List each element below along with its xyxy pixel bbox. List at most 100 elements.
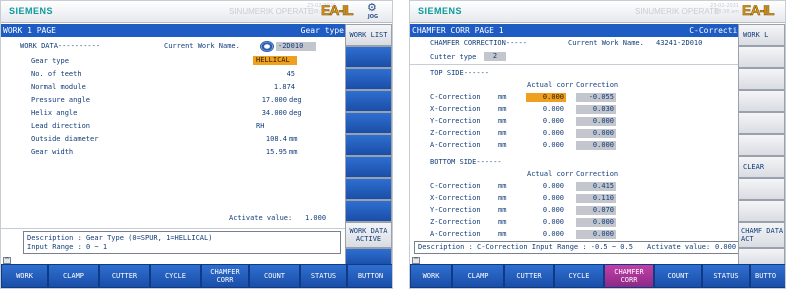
unit-label: mm [498, 194, 507, 202]
correction-field[interactable]: 0.110 [576, 194, 616, 203]
softkey-8[interactable] [345, 178, 392, 200]
chamfer-corr-tab-button[interactable]: CHAMFER CORR [604, 264, 654, 288]
col-correction-header: Correction [576, 170, 619, 178]
softkey-7[interactable] [345, 156, 392, 178]
horizontal-softkeys: WORK CLAMP CUTTER CYCLE CHAMFER CORR COU… [1, 264, 392, 288]
description-box: Description : Gear Type (0=SPUR, 1=HELLI… [23, 231, 341, 254]
work-list-button[interactable]: WORK L [738, 24, 785, 46]
field-label: Pressure angle [31, 96, 91, 104]
softkey-9[interactable] [738, 200, 785, 222]
field-label: Gear width [31, 148, 74, 156]
description-text: Description : C-Correction Input Range :… [418, 243, 633, 251]
softkey-3[interactable] [345, 68, 392, 90]
count-tab-button[interactable]: COUNT [654, 264, 702, 288]
product-name: SINUMERIK OPERATE [229, 7, 314, 16]
horizontal-softkeys: WORK CLAMP CUTTER CYCLE CHAMFER CORR COU… [410, 264, 785, 288]
cycle-tab-button[interactable]: CYCLE [554, 264, 604, 288]
button-tab-button[interactable]: BUTTO [750, 264, 785, 288]
correction-field[interactable]: 0.415 [576, 182, 616, 191]
work-tab-button[interactable]: WORK [410, 264, 452, 288]
cutter-type-field[interactable]: 2 [484, 52, 506, 61]
correction-field[interactable]: -0.055 [576, 93, 616, 102]
cutter-tab-button[interactable]: CUTTER [99, 264, 150, 288]
gear-type-field[interactable]: HELLICAL [253, 56, 297, 65]
softkey-8[interactable] [738, 178, 785, 200]
work-tab-button[interactable]: WORK [1, 264, 48, 288]
axis-label: A-Correction [430, 230, 481, 238]
current-work-name-label: Current Work Name. [164, 42, 240, 50]
softkey-6[interactable] [345, 134, 392, 156]
softkey-9[interactable] [345, 200, 392, 222]
correction-field[interactable]: 0.000 [576, 230, 616, 239]
correction-field[interactable]: 0.000 [576, 218, 616, 227]
ea-il-logo: EA-IL [321, 2, 354, 19]
correction-field[interactable]: 0.070 [576, 206, 616, 215]
expand-caret-icon[interactable]: ^ [412, 257, 420, 264]
softkey-4[interactable] [345, 90, 392, 112]
softkey-2[interactable] [345, 46, 392, 68]
work-list-button[interactable]: WORK LIST [345, 24, 392, 46]
clamp-tab-button[interactable]: CLAMP [452, 264, 504, 288]
pressure-angle-field[interactable]: 17.000 [253, 96, 289, 105]
unit-label: mm [498, 117, 507, 125]
axis-label: X-Correction [430, 105, 481, 113]
top-side-label: TOP SIDE------ [430, 69, 490, 77]
outside-diameter-field[interactable]: 108.4 [253, 135, 289, 144]
gear-width-field[interactable]: 15.95 [253, 148, 289, 157]
unit-label: mm [498, 93, 507, 101]
axis-label: C-Correction [430, 93, 481, 101]
cutter-tab-button[interactable]: CUTTER [504, 264, 554, 288]
gear-type-header: Gear type [300, 26, 344, 35]
actual-corr-field[interactable]: 0.000 [526, 230, 566, 239]
actual-corr-field[interactable]: 0.000 [526, 206, 566, 215]
teeth-field[interactable]: 45 [253, 70, 297, 79]
actual-corr-field[interactable]: 0.000 [526, 218, 566, 227]
description-box: Description : C-Correction Input Range :… [414, 241, 748, 254]
lead-direction-field[interactable]: RH [253, 122, 283, 131]
button-tab-button[interactable]: BUTTON [347, 264, 392, 288]
cutter-type-label: Cutter type [430, 53, 477, 61]
actual-corr-field[interactable]: 0.000 [526, 182, 566, 191]
chamfer-corr-panel: SIEMENS SINUMERIK OPERATE 23-02-2021 08:3… [409, 0, 786, 289]
softkey-5[interactable] [345, 112, 392, 134]
correction-field[interactable]: 0.000 [576, 117, 616, 126]
softkey-2[interactable] [738, 46, 785, 68]
unit-label: mm [289, 148, 298, 156]
actual-corr-field[interactable]: 0.000 [526, 129, 566, 138]
module-field[interactable]: 1.874 [253, 83, 297, 92]
chamfer-corr-tab-button[interactable]: CHAMFER CORR [201, 264, 249, 288]
helix-angle-field[interactable]: 34.000 [253, 109, 289, 118]
correction-field[interactable]: 0.000 [576, 141, 616, 150]
actual-corr-field[interactable]: 0.000 [526, 141, 566, 150]
header-bar: SIEMENS SINUMERIK OPERATE 23-02-2021 08:3… [1, 1, 392, 23]
status-tab-button[interactable]: STATUS [300, 264, 347, 288]
status-tab-button[interactable]: STATUS [702, 264, 750, 288]
expand-caret-icon[interactable]: ^ [3, 257, 11, 264]
bottom-side-label: BOTTOM SIDE------ [430, 158, 502, 166]
softkey-3[interactable] [738, 68, 785, 90]
clamp-tab-button[interactable]: CLAMP [48, 264, 99, 288]
softkey-6[interactable] [738, 134, 785, 156]
current-work-name-field[interactable]: -2D010 [276, 42, 316, 51]
page-title-bar: CHAMFER CORR PAGE 1 C-Correction [410, 24, 750, 37]
softkey-4[interactable] [738, 90, 785, 112]
count-tab-button[interactable]: COUNT [249, 264, 300, 288]
time-text: 08:38 am [715, 9, 740, 15]
softkey-5[interactable] [738, 112, 785, 134]
work-data-active-button[interactable]: WORK DATA ACTIVE [345, 222, 392, 248]
work-select-icon[interactable] [260, 41, 274, 52]
actual-corr-field[interactable]: 0.000 [526, 194, 566, 203]
col-actual-header: Actual corr [527, 81, 574, 89]
clear-button[interactable]: CLEAR [738, 156, 785, 178]
cycle-tab-button[interactable]: CYCLE [150, 264, 201, 288]
actual-corr-field[interactable]: 0.000 [526, 117, 566, 126]
actual-corr-field[interactable]: 0.000 [526, 105, 566, 114]
activate-value: 1.000 [305, 214, 327, 222]
input-range-text: Input Range : 0 ~ 1 [27, 243, 108, 251]
correction-field[interactable]: 0.000 [576, 129, 616, 138]
unit-label: deg [289, 109, 302, 117]
vertical-softkeys: WORK LIST WORK DATA ACTIVE [345, 24, 392, 266]
correction-field[interactable]: 0.030 [576, 105, 616, 114]
actual-corr-field[interactable]: 0.000 [526, 93, 566, 102]
chamfer-data-active-button[interactable]: CHAMF DATA ACT [738, 222, 785, 248]
